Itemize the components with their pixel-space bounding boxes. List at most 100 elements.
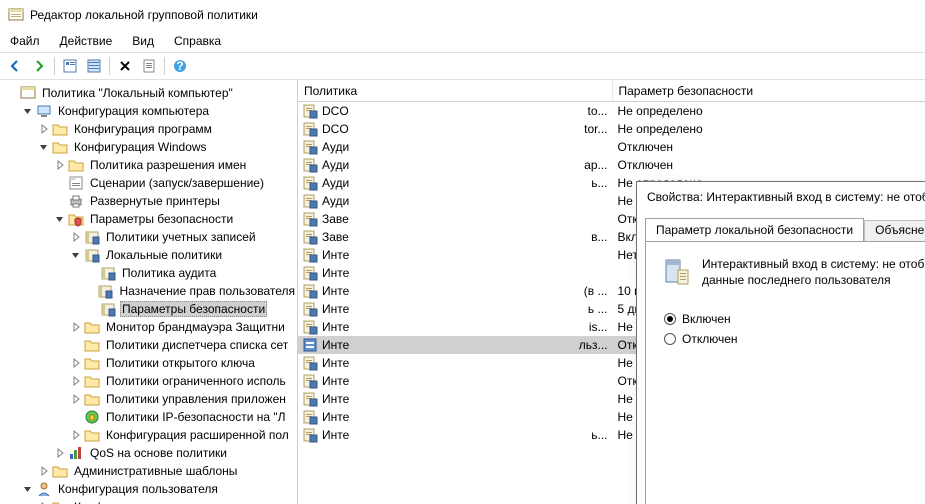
list-row[interactable]: Ауди xyxy=(298,138,612,156)
list-row[interactable]: Инте xyxy=(298,372,612,390)
list-row[interactable]: Инте xyxy=(298,408,612,426)
expander-icon[interactable] xyxy=(6,87,18,99)
expander-icon[interactable] xyxy=(22,105,34,117)
security-value: Отключен xyxy=(618,140,674,154)
tree-item[interactable]: Политики IP-безопасности на "Л xyxy=(0,408,297,426)
expander-icon[interactable] xyxy=(22,483,34,495)
tree-item[interactable]: Конфигурация Windows xyxy=(0,138,297,156)
tree-item[interactable]: Политики диспетчера списка сет xyxy=(0,336,297,354)
radio-disabled[interactable]: Отключен xyxy=(664,332,925,346)
list-row[interactable]: Интеis... xyxy=(298,318,612,336)
properties-dialog: Свойства: Интерактивный вход в систему: … xyxy=(636,181,925,504)
forward-button[interactable] xyxy=(28,55,50,77)
content-area: Политика "Локальный компьютер"Конфигурац… xyxy=(0,80,925,504)
list-row-value[interactable]: Не определено xyxy=(612,102,925,120)
expander-icon[interactable] xyxy=(70,231,82,243)
list-header-security[interactable]: Параметр безопасности xyxy=(612,80,925,102)
expander-icon[interactable] xyxy=(54,177,66,189)
list-row[interactable]: Ауди xyxy=(298,192,612,210)
properties-button[interactable] xyxy=(138,55,160,77)
list-row[interactable]: Инте xyxy=(298,354,612,372)
expander-icon[interactable] xyxy=(70,357,82,369)
tree-item[interactable]: Политика аудита xyxy=(0,264,297,282)
list-row[interactable]: Инте(в ... xyxy=(298,282,612,300)
menu-view[interactable]: Вид xyxy=(128,32,158,50)
list-row[interactable]: Интеь ... xyxy=(298,300,612,318)
expander-icon[interactable] xyxy=(86,267,98,279)
tree-item[interactable]: Политики учетных записей xyxy=(0,228,297,246)
list-row-value[interactable]: Не определено xyxy=(612,120,925,138)
expander-icon[interactable] xyxy=(38,123,50,135)
list-row[interactable]: Инте xyxy=(298,264,612,282)
expander-icon[interactable] xyxy=(54,447,66,459)
tree-item[interactable]: Конфигурация компьютера xyxy=(0,102,297,120)
expander-icon[interactable] xyxy=(86,303,98,315)
help-button[interactable]: ? xyxy=(169,55,191,77)
expander-icon[interactable] xyxy=(38,465,50,477)
tree-item[interactable]: Развернутые принтеры xyxy=(0,192,297,210)
list-row-value[interactable]: Отключен xyxy=(612,156,925,174)
tree-item[interactable]: Конфигурация программ xyxy=(0,120,297,138)
list-row[interactable]: Аудиь... xyxy=(298,174,612,192)
list-row[interactable]: Заве xyxy=(298,210,612,228)
details-button[interactable] xyxy=(59,55,81,77)
expander-icon[interactable] xyxy=(38,141,50,153)
list-row[interactable]: Завев... xyxy=(298,228,612,246)
list-header-policy[interactable]: Политика xyxy=(298,80,612,102)
list-row[interactable]: Интеь... xyxy=(298,426,612,444)
tree-item[interactable]: Монитор брандмауэра Защитни xyxy=(0,318,297,336)
list-row[interactable]: Инте xyxy=(298,246,612,264)
tree-item[interactable]: Политика "Локальный компьютер" xyxy=(0,84,297,102)
tree-item[interactable]: Назначение прав пользователя xyxy=(0,282,297,300)
expander-icon[interactable] xyxy=(70,411,82,423)
list-row-value[interactable]: Отключен xyxy=(612,138,925,156)
radio-enabled[interactable]: Включен xyxy=(664,312,925,326)
list-row[interactable]: Интельз... xyxy=(298,336,612,354)
menu-action[interactable]: Действие xyxy=(56,32,117,50)
dialog-body: Интерактивный вход в систему: не отображ… xyxy=(645,241,925,504)
tree-item[interactable]: Сценарии (запуск/завершение) xyxy=(0,174,297,192)
tab-explanation[interactable]: Объяснение xyxy=(864,220,925,241)
expander-icon[interactable] xyxy=(54,159,66,171)
list-row[interactable]: Аудиар... xyxy=(298,156,612,174)
menubar: Файл Действие Вид Справка xyxy=(0,30,925,52)
expander-icon[interactable] xyxy=(54,195,66,207)
tree-item[interactable]: Параметры безопасности xyxy=(0,210,297,228)
tree-item[interactable]: Политика разрешения имен xyxy=(0,156,297,174)
expander-icon[interactable] xyxy=(70,393,82,405)
delete-button[interactable] xyxy=(114,55,136,77)
expander-icon[interactable] xyxy=(86,285,95,297)
tree-label: Административные шаблоны xyxy=(72,464,239,478)
expander-icon[interactable] xyxy=(70,321,82,333)
policy-name-tail: ар... xyxy=(584,158,607,172)
tree-item[interactable]: Конфигурация пользователя xyxy=(0,480,297,498)
list-row[interactable]: DCOtor... xyxy=(298,120,612,138)
list-row[interactable]: Инте xyxy=(298,390,612,408)
tree-item[interactable]: Локальные политики xyxy=(0,246,297,264)
tree-item[interactable]: Параметры безопасности xyxy=(0,300,297,318)
expander-icon[interactable] xyxy=(70,339,82,351)
tree-item[interactable]: Административные шаблоны xyxy=(0,462,297,480)
dialog-titlebar[interactable]: Свойства: Интерактивный вход в систему: … xyxy=(637,182,925,212)
tree-pane[interactable]: Политика "Локальный компьютер"Конфигурац… xyxy=(0,80,298,504)
menu-file[interactable]: Файл xyxy=(6,32,44,50)
menu-help[interactable]: Справка xyxy=(170,32,225,50)
tree-item[interactable]: Политики управления приложен xyxy=(0,390,297,408)
back-button[interactable] xyxy=(4,55,26,77)
tree-label: Параметры безопасности xyxy=(120,301,267,317)
list-button[interactable] xyxy=(83,55,105,77)
policy-row-icon xyxy=(302,121,318,137)
tree-label: Политики IP-безопасности на "Л xyxy=(104,410,288,424)
tree-item[interactable]: Политики ограниченного исполь xyxy=(0,372,297,390)
expander-icon[interactable] xyxy=(54,213,66,225)
policy-name: Инте xyxy=(322,248,349,262)
tree-item[interactable]: QoS на основе политики xyxy=(0,444,297,462)
tree-item[interactable]: Конфигурация программ xyxy=(0,498,297,504)
expander-icon[interactable] xyxy=(70,249,82,261)
list-row[interactable]: DCOto... xyxy=(298,102,612,120)
tree-item[interactable]: Политики открытого ключа xyxy=(0,354,297,372)
tab-local-security[interactable]: Параметр локальной безопасности xyxy=(645,218,864,241)
expander-icon[interactable] xyxy=(70,375,82,387)
expander-icon[interactable] xyxy=(70,429,82,441)
tree-item[interactable]: Конфигурация расширенной пол xyxy=(0,426,297,444)
